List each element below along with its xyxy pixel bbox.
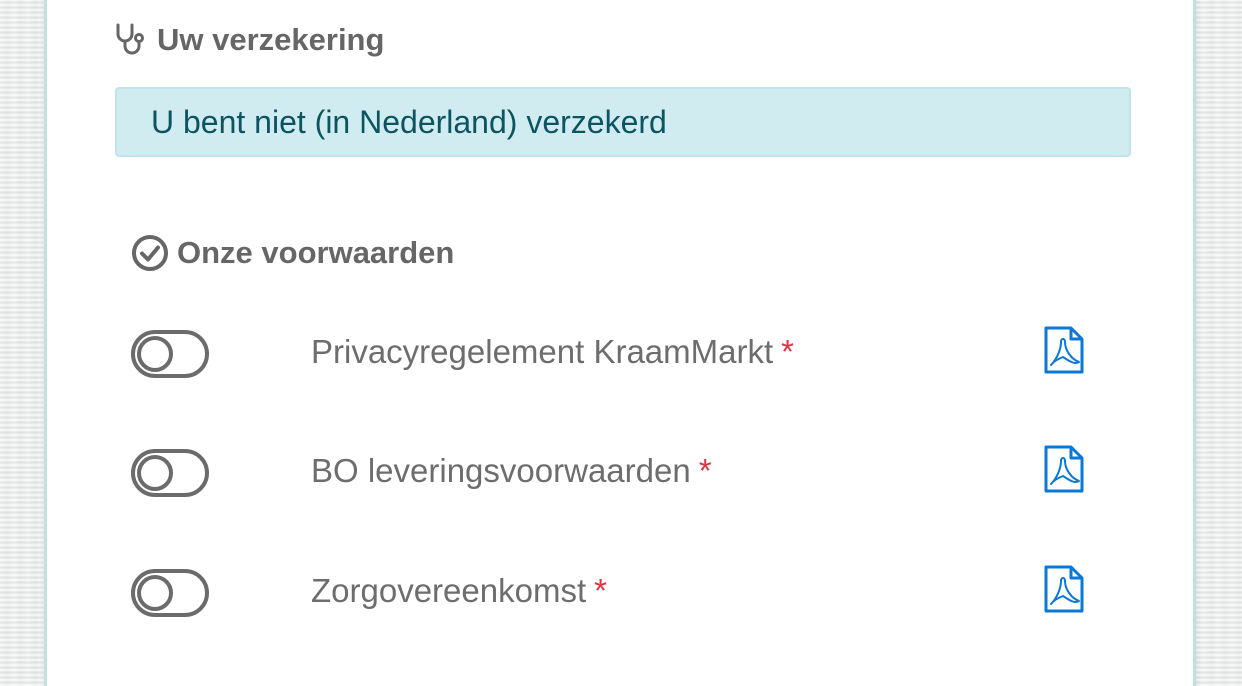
toggle-knob	[137, 575, 173, 611]
condition-label-text: Privacyregelement KraamMarkt	[311, 333, 774, 370]
form-card: Uw verzekering U bent niet (in Nederland…	[44, 0, 1196, 686]
required-marker: *	[698, 452, 712, 489]
condition-label-text: Zorgovereenkomst	[311, 572, 587, 609]
required-marker: *	[594, 572, 607, 609]
insurance-section-title: Uw verzekering	[113, 22, 384, 58]
stethoscope-icon	[113, 22, 149, 58]
conditions-section-title: Onze voorwaarden	[131, 234, 454, 272]
conditions-title-text: Onze voorwaarden	[177, 235, 455, 270]
condition-label: BO leveringsvoorwaarden *	[311, 452, 712, 490]
insurance-status-alert: U bent niet (in Nederland) verzekerd	[115, 87, 1131, 157]
pdf-icon[interactable]	[1043, 325, 1085, 375]
condition-row-privacy: Privacyregelement KraamMarkt *	[131, 325, 1091, 385]
condition-row-delivery-terms: BO leveringsvoorwaarden *	[131, 444, 1091, 504]
pdf-icon[interactable]	[1043, 444, 1085, 494]
delivery-terms-toggle[interactable]	[131, 449, 209, 497]
condition-label: Privacyregelement KraamMarkt *	[311, 333, 794, 371]
toggle-knob	[137, 336, 173, 372]
required-marker: *	[781, 333, 794, 370]
pdf-icon[interactable]	[1043, 564, 1085, 614]
condition-label-text: BO leveringsvoorwaarden	[311, 452, 691, 489]
privacy-toggle[interactable]	[131, 330, 209, 378]
check-circle-icon	[131, 234, 169, 272]
insurance-title-text: Uw verzekering	[157, 22, 385, 57]
condition-row-care-agreement: Zorgovereenkomst *	[131, 564, 1091, 624]
condition-label: Zorgovereenkomst *	[311, 572, 607, 610]
toggle-knob	[137, 455, 173, 491]
care-agreement-toggle[interactable]	[131, 569, 209, 617]
